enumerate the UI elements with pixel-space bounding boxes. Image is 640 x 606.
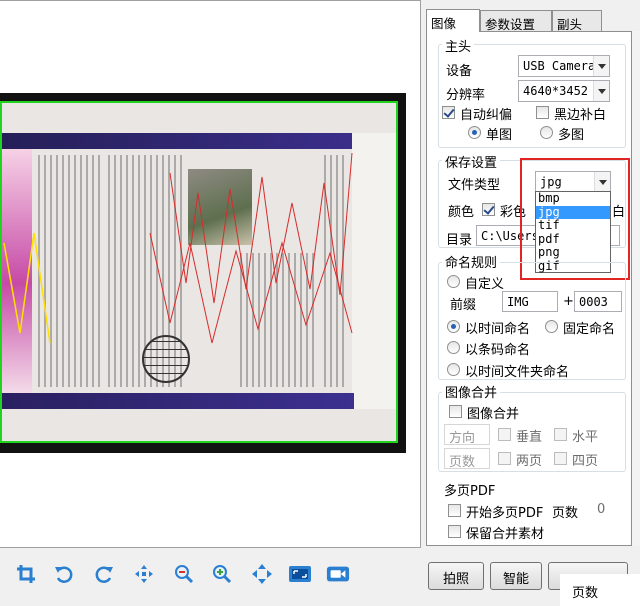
resolution-select[interactable]: 4640*3452 bbox=[518, 80, 610, 102]
horizontal-checkbox[interactable] bbox=[554, 428, 567, 441]
black-fill-checkbox[interactable] bbox=[536, 106, 549, 119]
rotate-left-icon[interactable] bbox=[52, 562, 76, 586]
image-preview[interactable] bbox=[0, 0, 421, 548]
save-settings-legend: 保存设置 bbox=[442, 152, 501, 171]
device-label: 设备 bbox=[446, 64, 473, 79]
smart-button[interactable]: 智能 bbox=[490, 562, 542, 590]
vertical-label: 垂直 bbox=[516, 430, 543, 445]
filetype-label: 文件类型 bbox=[448, 178, 501, 193]
multi-image-label: 多图 bbox=[558, 128, 585, 143]
move-icon[interactable] bbox=[250, 562, 274, 586]
keep-material-label: 保留合并素材 bbox=[466, 527, 545, 542]
plus-label: + bbox=[563, 294, 574, 309]
auto-deskew-label: 自动纠偏 bbox=[460, 108, 513, 123]
chevron-down-icon bbox=[593, 56, 609, 76]
merge-checkbox[interactable] bbox=[449, 405, 462, 418]
merge-label: 图像合并 bbox=[467, 407, 520, 422]
barcode-name-label: 以条码命名 bbox=[465, 343, 531, 358]
capture-button[interactable]: 拍照 bbox=[428, 562, 484, 590]
video-icon[interactable] bbox=[326, 562, 350, 586]
resolution-value: 4640*3452 bbox=[523, 84, 589, 98]
prefix-field[interactable]: IMG bbox=[502, 291, 558, 312]
black-fill-label: 黑边补白 bbox=[554, 108, 607, 123]
start-pdf-checkbox[interactable] bbox=[448, 504, 461, 517]
directory-label: 目录 bbox=[446, 233, 473, 248]
deskew-overlay bbox=[3, 152, 353, 344]
fixed-name-label: 固定命名 bbox=[563, 322, 616, 337]
keep-material-checkbox[interactable] bbox=[448, 525, 461, 538]
start-pdf-label: 开始多页PDF bbox=[466, 506, 544, 521]
zoom-out-icon[interactable] bbox=[172, 562, 196, 586]
tab-params[interactable]: 参数设置 bbox=[480, 10, 552, 32]
prefix-label: 前缀 bbox=[450, 298, 477, 313]
naming-legend: 命名规则 bbox=[442, 252, 501, 271]
counter-field[interactable]: 0003 bbox=[574, 291, 622, 312]
tab-secondary-camera[interactable]: 副头 bbox=[552, 10, 602, 32]
time-name-radio[interactable] bbox=[447, 320, 460, 333]
merge-legend: 图像合并 bbox=[442, 382, 501, 401]
single-image-radio[interactable] bbox=[468, 126, 481, 139]
barcode-name-radio[interactable] bbox=[447, 341, 460, 354]
color-checkbox[interactable] bbox=[482, 203, 495, 216]
two-pages-checkbox[interactable] bbox=[498, 452, 511, 465]
chevron-down-icon bbox=[593, 81, 609, 101]
time-name-label: 以时间命名 bbox=[465, 322, 531, 337]
single-image-label: 单图 bbox=[486, 128, 513, 143]
main-camera-legend: 主头 bbox=[442, 36, 475, 55]
merge-pages-label: 页数 bbox=[444, 448, 490, 470]
viewer-toolbar bbox=[0, 554, 421, 594]
pdf-legend: 多页PDF bbox=[444, 484, 496, 499]
four-pages-label: 四页 bbox=[572, 454, 599, 469]
tab-image[interactable]: 图像 bbox=[426, 9, 480, 32]
direction-label: 方向 bbox=[444, 424, 490, 446]
device-select[interactable]: USB Camera bbox=[518, 55, 610, 77]
fit-icon[interactable] bbox=[132, 562, 156, 586]
pdf-pages-label: 页数 bbox=[552, 506, 579, 521]
tab-label: 副头 bbox=[557, 17, 583, 32]
time-folder-name-radio[interactable] bbox=[447, 363, 460, 376]
device-value: USB Camera bbox=[523, 59, 596, 73]
resolution-label: 分辨率 bbox=[446, 88, 486, 103]
rotate-right-icon[interactable] bbox=[92, 562, 116, 586]
settings-tabs: 图像 参数设置 副头 bbox=[426, 9, 640, 32]
tab-label: 参数设置 bbox=[485, 17, 536, 32]
color-label: 颜色 bbox=[448, 205, 475, 220]
multi-image-radio[interactable] bbox=[540, 126, 553, 139]
fullscreen-icon[interactable] bbox=[288, 562, 312, 586]
horizontal-label: 水平 bbox=[572, 430, 599, 445]
panel-scroll-edge bbox=[632, 31, 640, 546]
custom-name-radio[interactable] bbox=[447, 275, 460, 288]
four-pages-checkbox[interactable] bbox=[554, 452, 567, 465]
custom-name-label: 自定义 bbox=[465, 277, 505, 292]
fixed-name-radio[interactable] bbox=[545, 320, 558, 333]
pages-tooltip: 页数 bbox=[560, 574, 640, 606]
time-folder-name-label: 以时间文件夹命名 bbox=[465, 365, 570, 380]
vertical-checkbox[interactable] bbox=[498, 428, 511, 441]
auto-deskew-checkbox[interactable] bbox=[442, 106, 455, 119]
tab-label: 图像 bbox=[431, 16, 457, 31]
zoom-in-icon[interactable] bbox=[210, 562, 234, 586]
two-pages-label: 两页 bbox=[516, 454, 543, 469]
crop-icon[interactable] bbox=[14, 562, 38, 586]
pdf-pages-value: 0 bbox=[597, 502, 606, 517]
